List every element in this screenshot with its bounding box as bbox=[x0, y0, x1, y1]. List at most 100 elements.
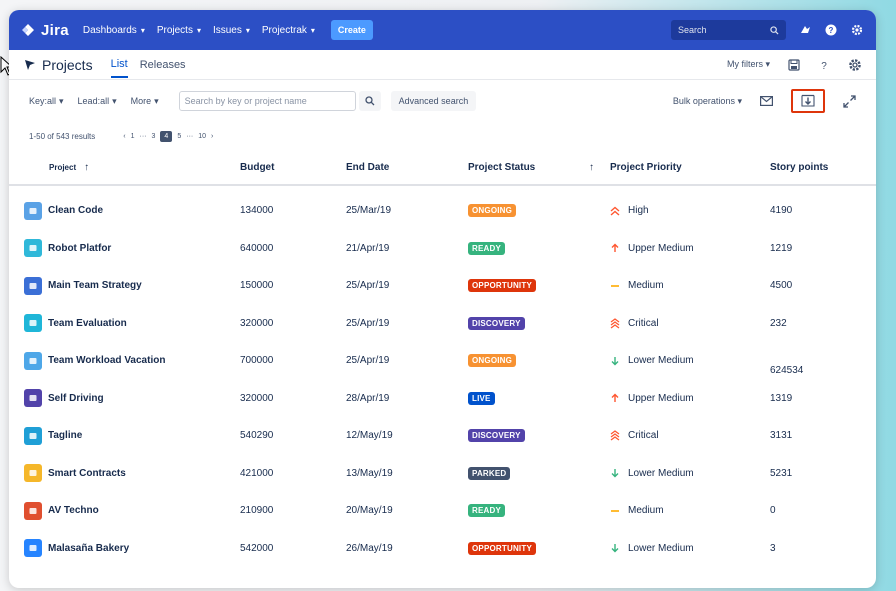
help-icon[interactable]: ? bbox=[824, 23, 838, 37]
key-filter-dropdown[interactable]: Key:all ▾ bbox=[29, 96, 64, 107]
search-button[interactable] bbox=[358, 91, 381, 111]
chevron-down-icon: ▾ bbox=[737, 95, 742, 106]
project-name-link[interactable]: Team Workload Vacation bbox=[48, 355, 165, 366]
help-question-icon[interactable]: ? bbox=[818, 59, 830, 71]
priority-icon bbox=[610, 543, 620, 553]
page-link-3[interactable]: 3 bbox=[152, 133, 156, 140]
end-date-cell: 20/May/19 bbox=[346, 505, 393, 517]
column-header-end-date-label: End Date bbox=[346, 161, 390, 173]
story-points-cell: 1319 bbox=[770, 392, 793, 404]
project-name-link[interactable]: AV Techno bbox=[48, 505, 99, 516]
column-header-budget[interactable]: Budget bbox=[240, 162, 346, 173]
project-name-link[interactable]: Malasaña Bakery bbox=[48, 543, 129, 554]
table-row[interactable]: Robot Platfor 640000 21/Apr/19 READY Upp… bbox=[9, 230, 876, 268]
project-name-link[interactable]: Robot Platfor bbox=[48, 243, 111, 254]
gear-icon[interactable] bbox=[848, 58, 862, 72]
email-icon[interactable] bbox=[760, 96, 773, 106]
jira-logo[interactable]: Jira bbox=[21, 22, 69, 39]
project-name-link[interactable]: Main Team Strategy bbox=[48, 280, 142, 291]
project-name-link[interactable]: Clean Code bbox=[48, 205, 103, 216]
table-row[interactable]: Team Evaluation 320000 25/Apr/19 DISCOVE… bbox=[9, 305, 876, 343]
lead-filter-dropdown[interactable]: Lead:all ▾ bbox=[78, 96, 117, 107]
top-navigation-bar: Jira Dashboards ▾ Projects ▾ Issues ▾ Pr… bbox=[9, 10, 876, 50]
logo-text: Jira bbox=[41, 21, 69, 39]
more-filter-dropdown[interactable]: More ▾ bbox=[131, 96, 159, 107]
table-row[interactable]: Main Team Strategy 150000 25/Apr/19 OPPO… bbox=[9, 267, 876, 305]
status-badge: ONGOING bbox=[468, 354, 517, 368]
status-badge: DISCOVERY bbox=[468, 429, 525, 443]
project-search-input[interactable]: Search by key or project name bbox=[178, 91, 356, 111]
status-badge: LIVE bbox=[468, 391, 495, 405]
page-link-10[interactable]: 10 bbox=[198, 133, 206, 140]
priority-label: Medium bbox=[628, 505, 664, 517]
prev-page-chevron-left-icon[interactable]: ‹ bbox=[123, 133, 125, 140]
table-row[interactable]: Clean Code 134000 25/Mar/19 ONGOING High… bbox=[9, 192, 876, 230]
my-filters-label: My filters bbox=[726, 59, 763, 69]
priority-icon bbox=[610, 430, 620, 441]
sort-arrow-up-icon: ↑ bbox=[589, 161, 594, 173]
settings-gear-icon[interactable] bbox=[850, 23, 864, 37]
chevron-down-icon: ▾ bbox=[310, 25, 315, 35]
column-header-story-points-label: Story points bbox=[770, 161, 829, 173]
project-name-link[interactable]: Team Evaluation bbox=[48, 318, 127, 329]
table-row[interactable]: Smart Contracts 421000 13/May/19 PARKED … bbox=[9, 455, 876, 493]
chevron-down-icon: ▾ bbox=[59, 95, 64, 106]
my-filters-dropdown[interactable]: My filters ▾ bbox=[727, 59, 770, 70]
advanced-search-button[interactable]: Advanced search bbox=[390, 91, 477, 111]
end-date-cell: 21/Apr/19 bbox=[346, 242, 390, 254]
table-row[interactable]: Tagline 540290 12/May/19 DISCOVERY Criti… bbox=[9, 417, 876, 455]
priority-icon bbox=[610, 356, 620, 366]
end-date-cell: 12/May/19 bbox=[346, 430, 393, 442]
nav-issues[interactable]: Issues ▾ bbox=[213, 25, 250, 36]
end-date-cell: 28/Apr/19 bbox=[346, 392, 390, 404]
expand-fullscreen-icon[interactable] bbox=[843, 94, 856, 108]
page-link-5[interactable]: 5 bbox=[177, 133, 181, 140]
chevron-down-icon: ▾ bbox=[140, 25, 145, 35]
notifications-icon[interactable] bbox=[798, 23, 812, 37]
sort-arrow-up-icon: ↑ bbox=[84, 161, 90, 173]
budget-cell: 210900 bbox=[240, 505, 274, 517]
chevron-down-icon: ▾ bbox=[245, 25, 250, 35]
nav-projects[interactable]: Projects ▾ bbox=[157, 25, 201, 36]
end-date-cell: 25/Apr/19 bbox=[346, 280, 390, 292]
save-icon[interactable] bbox=[788, 58, 800, 71]
budget-cell: 421000 bbox=[240, 467, 274, 479]
page-link-1[interactable]: 1 bbox=[131, 133, 135, 140]
project-name-link[interactable]: Tagline bbox=[48, 430, 82, 441]
project-name-link[interactable]: Self Driving bbox=[48, 393, 104, 404]
column-header-story-points[interactable]: Story points bbox=[770, 162, 850, 173]
column-header-priority-label: Project Priority bbox=[610, 161, 682, 173]
tab-releases[interactable]: Releases bbox=[140, 53, 186, 77]
tab-list[interactable]: List bbox=[110, 52, 128, 78]
table-row[interactable]: Team Workload Vacation 700000 25/Apr/19 … bbox=[9, 342, 876, 380]
next-page-chevron-right-icon[interactable]: › bbox=[211, 133, 213, 140]
project-avatar bbox=[24, 501, 42, 520]
nav-dashboards[interactable]: Dashboards ▾ bbox=[83, 25, 145, 36]
budget-cell: 320000 bbox=[240, 392, 274, 404]
project-avatar bbox=[24, 464, 42, 483]
column-header-project[interactable]: Project ↑ bbox=[49, 162, 240, 173]
project-name-link[interactable]: Smart Contracts bbox=[48, 468, 126, 479]
page-link-current[interactable]: 4 bbox=[160, 130, 173, 142]
global-search-input[interactable]: Search bbox=[671, 20, 786, 40]
page-ellipsis: ··· bbox=[186, 132, 194, 140]
priority-icon bbox=[610, 243, 620, 253]
column-header-status[interactable]: Project Status ↑ bbox=[468, 162, 610, 173]
table-row[interactable]: Self Driving 320000 28/Apr/19 LIVE Upper… bbox=[9, 380, 876, 418]
story-points-cell: 624534 bbox=[770, 365, 804, 377]
table-row[interactable]: AV Techno 210900 20/May/19 READY Medium … bbox=[9, 492, 876, 530]
column-header-priority[interactable]: Project Priority bbox=[610, 162, 770, 173]
search-icon bbox=[365, 96, 375, 106]
export-download-icon bbox=[801, 94, 815, 107]
priority-icon bbox=[610, 281, 620, 291]
end-date-cell: 25/Mar/19 bbox=[346, 205, 392, 217]
table-row[interactable]: Malasaña Bakery 542000 26/May/19 OPPORTU… bbox=[9, 530, 876, 568]
export-button[interactable] bbox=[791, 89, 825, 113]
column-header-status-label: Project Status bbox=[468, 161, 536, 173]
column-header-end-date[interactable]: End Date bbox=[346, 162, 468, 173]
story-points-cell: 1219 bbox=[770, 242, 793, 254]
nav-projectrak[interactable]: Projectrak ▾ bbox=[262, 25, 315, 36]
story-points-cell: 232 bbox=[770, 317, 787, 329]
create-button[interactable]: Create bbox=[330, 20, 373, 40]
bulk-operations-dropdown[interactable]: Bulk operations ▾ bbox=[673, 96, 742, 107]
